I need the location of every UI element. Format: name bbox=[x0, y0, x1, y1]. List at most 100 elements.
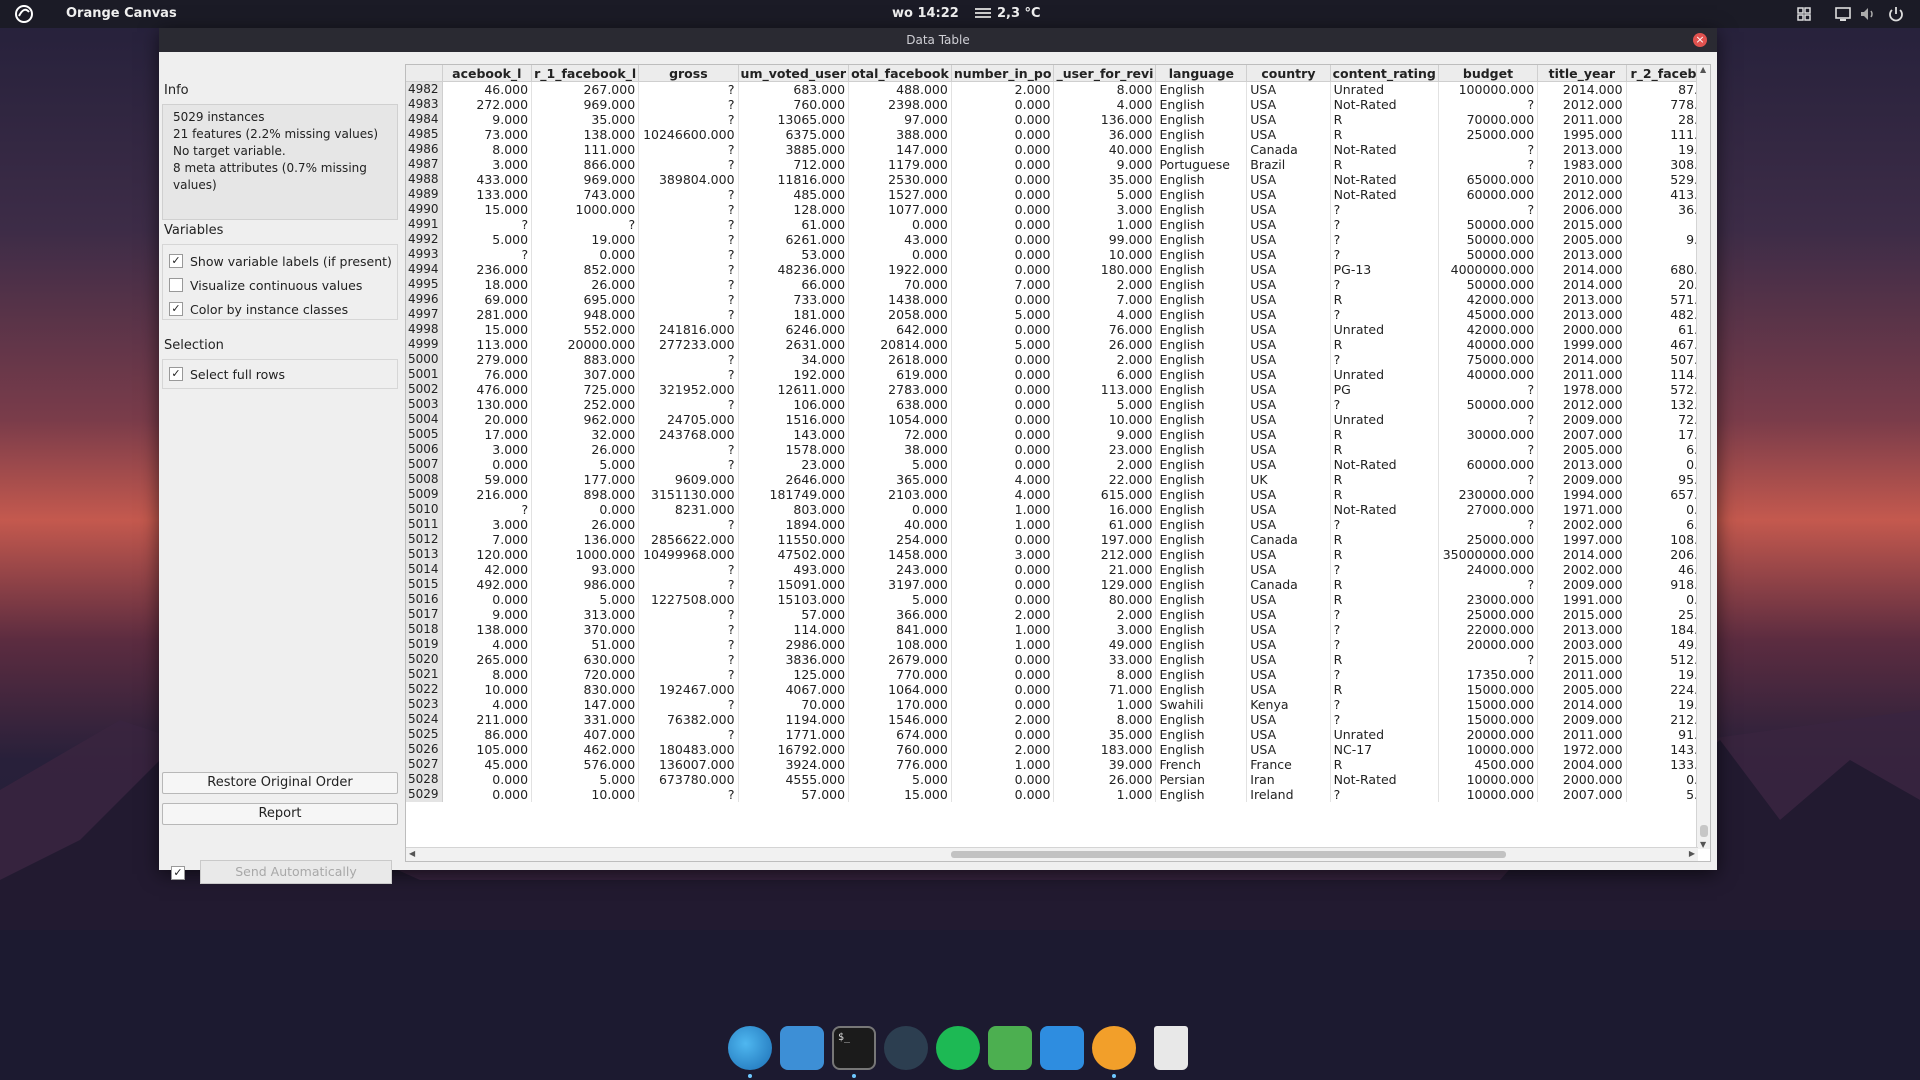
table-cell[interactable]: 2005.000 bbox=[1537, 682, 1627, 697]
checkbox-checked[interactable]: ✓ bbox=[169, 302, 183, 316]
table-cell[interactable]: Not-Rated bbox=[1330, 142, 1439, 157]
data-table[interactable]: acebook_l r_1_facebook_l gross um_voted_use… bbox=[405, 64, 1711, 862]
row-header[interactable]: 4991 bbox=[406, 217, 443, 232]
table-cell[interactable]: 147.000 bbox=[848, 142, 952, 157]
table-cell[interactable]: ? bbox=[638, 787, 739, 802]
table-cell[interactable]: 365.000 bbox=[848, 472, 952, 487]
table-cell[interactable]: 73.000 bbox=[442, 127, 533, 142]
table-cell[interactable]: 5.000 bbox=[531, 592, 640, 607]
table-cell[interactable]: 76.000 bbox=[442, 367, 533, 382]
table-cell[interactable]: 4555.000 bbox=[738, 772, 850, 787]
table-cell[interactable]: USA bbox=[1246, 277, 1331, 292]
table-cell[interactable]: 23.000 bbox=[1053, 442, 1157, 457]
table-cell[interactable]: 50000.000 bbox=[1438, 397, 1539, 412]
table-cell[interactable]: English bbox=[1155, 382, 1248, 397]
table-cell[interactable]: Not-Rated bbox=[1330, 172, 1439, 187]
table-cell[interactable]: 177.000 bbox=[531, 472, 640, 487]
table-cell[interactable]: 2058.000 bbox=[848, 307, 952, 322]
table-cell[interactable]: English bbox=[1155, 547, 1248, 562]
table-cell[interactable]: 866.000 bbox=[531, 157, 640, 172]
table-cell[interactable]: English bbox=[1155, 592, 1248, 607]
table-cell[interactable]: 3836.000 bbox=[738, 652, 850, 667]
keys-icon[interactable] bbox=[988, 1026, 1032, 1070]
table-cell[interactable]: English bbox=[1155, 562, 1248, 577]
table-row[interactable]: 5014 42.000 93.000? 493.000 243.000 0.000 21.0… bbox=[406, 562, 1710, 577]
table-cell[interactable]: English bbox=[1155, 682, 1248, 697]
table-cell[interactable]: 0.000 bbox=[442, 592, 533, 607]
table-cell[interactable]: 321952.000 bbox=[638, 382, 739, 397]
table-cell[interactable]: 129.000 bbox=[1053, 577, 1157, 592]
table-row[interactable]: 5028 0.000 5.000 673780.000 4555.000 5.000 0.0… bbox=[406, 772, 1710, 787]
table-cell[interactable]: 2014.000 bbox=[1537, 262, 1627, 277]
table-cell[interactable]: 2011.000 bbox=[1537, 367, 1627, 382]
table-cell[interactable]: USA bbox=[1246, 487, 1331, 502]
row-header[interactable]: 5021 bbox=[406, 667, 443, 682]
table-cell[interactable]: 2.000 bbox=[1053, 277, 1157, 292]
table-cell[interactable]: USA bbox=[1246, 592, 1331, 607]
table-cell[interactable]: English bbox=[1155, 652, 1248, 667]
visualize-continuous-checkbox[interactable]: Visualize continuous values bbox=[169, 276, 362, 294]
table-row[interactable]: 4991??? 61.000 0.000 0.000 1.000 English USA? 5… bbox=[406, 217, 1710, 232]
table-cell[interactable]: 267.000 bbox=[531, 81, 640, 97]
table-cell[interactable]: 9.000 bbox=[1053, 157, 1157, 172]
table-cell[interactable]: 2009.000 bbox=[1537, 472, 1627, 487]
table-row[interactable]: 4990 15.000 1000.000? 128.000 1077.000 0.000 3… bbox=[406, 202, 1710, 217]
table-cell[interactable]: 841.000 bbox=[848, 622, 952, 637]
table-cell[interactable]: 0.000 bbox=[442, 457, 533, 472]
checkbox-checked[interactable]: ✓ bbox=[169, 367, 183, 381]
table-cell[interactable]: 2783.000 bbox=[848, 382, 952, 397]
table-cell[interactable]: ? bbox=[1330, 517, 1439, 532]
table-cell[interactable]: 776.000 bbox=[848, 757, 952, 772]
table-cell[interactable]: 50000.000 bbox=[1438, 247, 1539, 262]
table-cell[interactable]: 2015.000 bbox=[1537, 607, 1627, 622]
table-cell[interactable]: 70.000 bbox=[738, 697, 850, 712]
table-cell[interactable]: 5.000 bbox=[531, 457, 640, 472]
table-cell[interactable]: 712.000 bbox=[738, 157, 850, 172]
row-header[interactable]: 5000 bbox=[406, 352, 443, 367]
table-cell[interactable]: Unrated bbox=[1330, 322, 1439, 337]
table-cell[interactable]: USA bbox=[1246, 97, 1331, 112]
table-cell[interactable]: 230000.000 bbox=[1438, 487, 1539, 502]
table-cell[interactable]: 0.000 bbox=[951, 787, 1055, 802]
table-cell[interactable]: 2011.000 bbox=[1537, 727, 1627, 742]
table-cell[interactable]: 1983.000 bbox=[1537, 157, 1627, 172]
table-row[interactable]: 5015 492.000 986.000? 15091.000 3197.000 0.00… bbox=[406, 577, 1710, 592]
table-cell[interactable]: 45.000 bbox=[442, 757, 533, 772]
table-cell[interactable]: 962.000 bbox=[531, 412, 640, 427]
table-cell[interactable]: USA bbox=[1246, 457, 1331, 472]
table-cell[interactable]: 743.000 bbox=[531, 187, 640, 202]
row-header[interactable]: 4995 bbox=[406, 277, 443, 292]
table-cell[interactable]: 2004.000 bbox=[1537, 757, 1627, 772]
table-cell[interactable]: 0.000 bbox=[848, 217, 952, 232]
table-cell[interactable]: ? bbox=[1330, 622, 1439, 637]
table-cell[interactable]: English bbox=[1155, 247, 1248, 262]
table-cell[interactable]: English bbox=[1155, 202, 1248, 217]
table-cell[interactable]: 5.000 bbox=[848, 772, 952, 787]
restore-original-order-button[interactable]: Restore Original Order bbox=[162, 772, 398, 794]
scroll-right-icon[interactable]: ▶ bbox=[1689, 849, 1695, 858]
table-cell[interactable]: ? bbox=[1438, 577, 1539, 592]
row-header[interactable]: 5012 bbox=[406, 532, 443, 547]
table-cell[interactable]: 50000.000 bbox=[1438, 232, 1539, 247]
table-cell[interactable]: USA bbox=[1246, 337, 1331, 352]
table-cell[interactable]: 197.000 bbox=[1053, 532, 1157, 547]
table-cell[interactable]: English bbox=[1155, 322, 1248, 337]
table-cell[interactable]: 803.000 bbox=[738, 502, 850, 517]
table-cell[interactable]: 673780.000 bbox=[638, 772, 739, 787]
table-cell[interactable]: R bbox=[1330, 682, 1439, 697]
table-cell[interactable]: 3.000 bbox=[442, 157, 533, 172]
table-cell[interactable]: ? bbox=[638, 442, 739, 457]
table-cell[interactable]: 7.000 bbox=[442, 532, 533, 547]
table-cell[interactable]: English bbox=[1155, 787, 1248, 802]
table-cell[interactable]: Not-Rated bbox=[1330, 97, 1439, 112]
select-full-rows-checkbox[interactable]: ✓ Select full rows bbox=[169, 365, 285, 383]
table-cell[interactable]: 39.000 bbox=[1053, 757, 1157, 772]
table-cell[interactable]: R bbox=[1330, 442, 1439, 457]
table-cell[interactable]: 35000000.000 bbox=[1438, 547, 1539, 562]
table-cell[interactable]: 307.000 bbox=[531, 367, 640, 382]
table-cell[interactable]: 5.000 bbox=[1053, 187, 1157, 202]
table-cell[interactable]: 0.000 bbox=[951, 142, 1055, 157]
table-cell[interactable]: 35.000 bbox=[1053, 727, 1157, 742]
table-cell[interactable]: 0.000 bbox=[951, 652, 1055, 667]
table-cell[interactable]: 15103.000 bbox=[738, 592, 850, 607]
